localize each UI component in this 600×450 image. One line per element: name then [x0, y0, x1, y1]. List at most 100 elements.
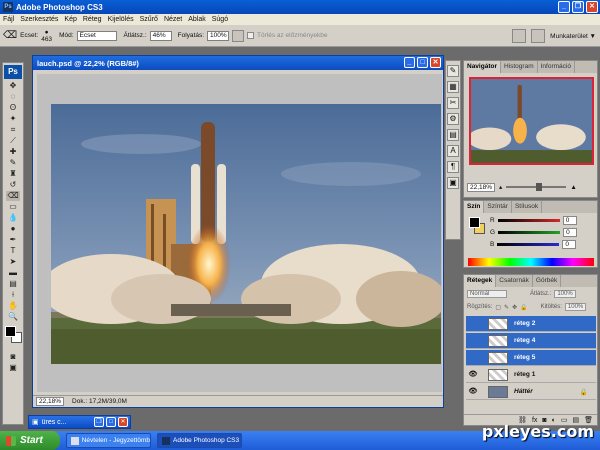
- lasso-tool-icon[interactable]: ʘ: [6, 103, 20, 113]
- navigator-thumbnail[interactable]: [469, 77, 594, 165]
- gradient-tool-icon[interactable]: ▭: [6, 202, 20, 212]
- blur-tool-icon[interactable]: 💧: [6, 213, 20, 223]
- layer-comps-icon[interactable]: ▤: [447, 129, 459, 141]
- blend-mode-select[interactable]: Normál: [467, 290, 507, 298]
- green-value-field[interactable]: 0: [563, 228, 578, 237]
- brush-picker[interactable]: ● 463: [41, 29, 52, 43]
- magic-wand-tool-icon[interactable]: ✦: [6, 114, 20, 124]
- menu-edit[interactable]: Szerkesztés: [20, 16, 58, 23]
- lock-transparent-icon[interactable]: ▢: [495, 304, 501, 311]
- tab-styles[interactable]: Stílusok: [512, 201, 543, 213]
- doc-maximize-button[interactable]: □: [417, 57, 428, 68]
- quick-mask-icon[interactable]: ◙: [6, 352, 20, 362]
- tab-color[interactable]: Szín: [464, 201, 485, 213]
- tab-layers[interactable]: Rétegek: [464, 275, 497, 287]
- document-info[interactable]: Dok.: 17,2M/39,0M: [72, 398, 127, 405]
- tab-channels[interactable]: Csatornák: [496, 275, 533, 287]
- opacity-field[interactable]: 46%: [149, 30, 172, 41]
- taskbar-item-notepad[interactable]: Névtelen - Jegyzettömb: [66, 433, 151, 448]
- workspace-menu[interactable]: Munkaterület ▼: [550, 33, 596, 40]
- marquee-tool-icon[interactable]: ◌: [6, 92, 20, 102]
- layer-row[interactable]: réteg 4: [466, 333, 596, 349]
- doc-close-button[interactable]: ✕: [430, 57, 441, 68]
- file-browser-icon[interactable]: [512, 29, 527, 43]
- min-maximize-button[interactable]: □: [106, 417, 116, 427]
- restore-button[interactable]: ❐: [572, 1, 584, 13]
- screen-mode-icon[interactable]: ▣: [6, 363, 20, 373]
- move-tool-icon[interactable]: ✥: [6, 81, 20, 91]
- document-zoom-field[interactable]: 22,18%: [36, 397, 65, 406]
- menu-view[interactable]: Nézet: [164, 16, 182, 23]
- hand-tool-icon[interactable]: ✋: [6, 301, 20, 311]
- lock-position-icon[interactable]: ✥: [512, 304, 517, 311]
- mode-select[interactable]: Ecset: [76, 30, 117, 41]
- tab-info[interactable]: Információ: [538, 61, 575, 73]
- airbrush-icon[interactable]: [232, 29, 245, 42]
- doc-minimize-button[interactable]: _: [404, 57, 415, 68]
- healing-tool-icon[interactable]: ✚: [6, 147, 20, 157]
- menu-layer[interactable]: Réteg: [83, 16, 102, 23]
- type-tool-icon[interactable]: T: [6, 246, 20, 256]
- tab-histogram[interactable]: Histogram: [501, 61, 538, 73]
- character-panel-icon[interactable]: A: [447, 145, 459, 157]
- bridge-icon[interactable]: [531, 29, 546, 43]
- paragraph-panel-icon[interactable]: ¶: [447, 161, 459, 173]
- shuttle-launch-photo[interactable]: [51, 104, 441, 364]
- layer-row[interactable]: 👁 Háttér 🔒: [466, 384, 596, 400]
- eyedropper-tool-icon[interactable]: ⟊: [6, 290, 20, 300]
- navigator-zoom-field[interactable]: 22,18%: [467, 182, 496, 192]
- foreground-color-chip[interactable]: [469, 217, 480, 228]
- menu-window[interactable]: Ablak: [188, 16, 206, 23]
- menu-image[interactable]: Kép: [64, 16, 76, 23]
- green-slider[interactable]: [498, 231, 561, 234]
- taskbar-item-photoshop[interactable]: Adobe Photoshop CS3: [157, 433, 242, 448]
- min-restore-button[interactable]: ❐: [94, 417, 104, 427]
- notes-tool-icon[interactable]: ▤: [6, 279, 20, 289]
- menu-filter[interactable]: Szűrő: [140, 16, 158, 23]
- path-select-tool-icon[interactable]: ➤: [6, 257, 20, 267]
- tool-presets-icon[interactable]: ▦: [447, 81, 459, 93]
- visibility-toggle[interactable]: [468, 336, 478, 346]
- eraser-tool-icon[interactable]: ⌫: [3, 30, 17, 41]
- lock-all-icon[interactable]: 🔒: [520, 304, 527, 311]
- layer-opacity-field[interactable]: 100%: [554, 290, 576, 298]
- navigator-zoom-slider[interactable]: [506, 183, 567, 191]
- visibility-toggle[interactable]: [468, 319, 478, 329]
- start-button[interactable]: Start: [0, 431, 60, 450]
- clone-source-icon[interactable]: ▣: [447, 177, 459, 189]
- menu-select[interactable]: Kijelölés: [108, 16, 134, 23]
- shape-tool-icon[interactable]: ▬: [6, 268, 20, 278]
- document-title-bar[interactable]: lauch.psd @ 22,2% (RGB/8#) _ □ ✕: [33, 56, 443, 70]
- close-button[interactable]: ✕: [586, 1, 598, 13]
- actions-panel-icon[interactable]: ⚙: [447, 113, 459, 125]
- fill-field[interactable]: 100%: [564, 303, 587, 311]
- foreground-color-swatch[interactable]: [5, 326, 16, 337]
- canvas-area[interactable]: [37, 74, 442, 392]
- minimized-document[interactable]: ▣ üres c... ❐ □ ✕: [28, 415, 131, 429]
- history-brush-tool-icon[interactable]: ↺: [6, 180, 20, 190]
- layer-row[interactable]: réteg 5: [466, 350, 596, 366]
- minimize-button[interactable]: _: [558, 1, 570, 13]
- erase-history-checkbox[interactable]: [247, 32, 255, 39]
- zoom-tool-icon[interactable]: 🔍: [6, 312, 20, 322]
- flow-field[interactable]: 100%: [207, 30, 230, 41]
- eraser-tool-icon[interactable]: ⌫: [6, 191, 20, 201]
- layer-row[interactable]: 👁 réteg 1: [466, 367, 596, 383]
- zoom-in-icon[interactable]: ▲: [570, 184, 576, 191]
- menu-help[interactable]: Súgó: [212, 16, 228, 23]
- tab-navigator[interactable]: Navigátor: [464, 61, 501, 73]
- color-spectrum-bar[interactable]: [468, 258, 594, 266]
- color-swatches[interactable]: [5, 326, 22, 348]
- blue-value-field[interactable]: 0: [562, 240, 577, 249]
- brush-tool-icon[interactable]: ✎: [6, 158, 20, 168]
- min-close-button[interactable]: ✕: [118, 417, 128, 427]
- slice-tool-icon[interactable]: ⟋: [6, 136, 20, 146]
- lock-image-icon[interactable]: ✎: [504, 304, 509, 311]
- slider-knob[interactable]: [536, 183, 542, 191]
- layer-row[interactable]: réteg 2: [466, 316, 596, 332]
- eye-icon[interactable]: 👁: [468, 387, 478, 397]
- crop-tool-icon[interactable]: ⌗: [6, 125, 20, 135]
- visibility-toggle[interactable]: [468, 353, 478, 363]
- zoom-out-icon[interactable]: ▴: [499, 183, 502, 191]
- tab-paths[interactable]: Görbék: [533, 275, 562, 287]
